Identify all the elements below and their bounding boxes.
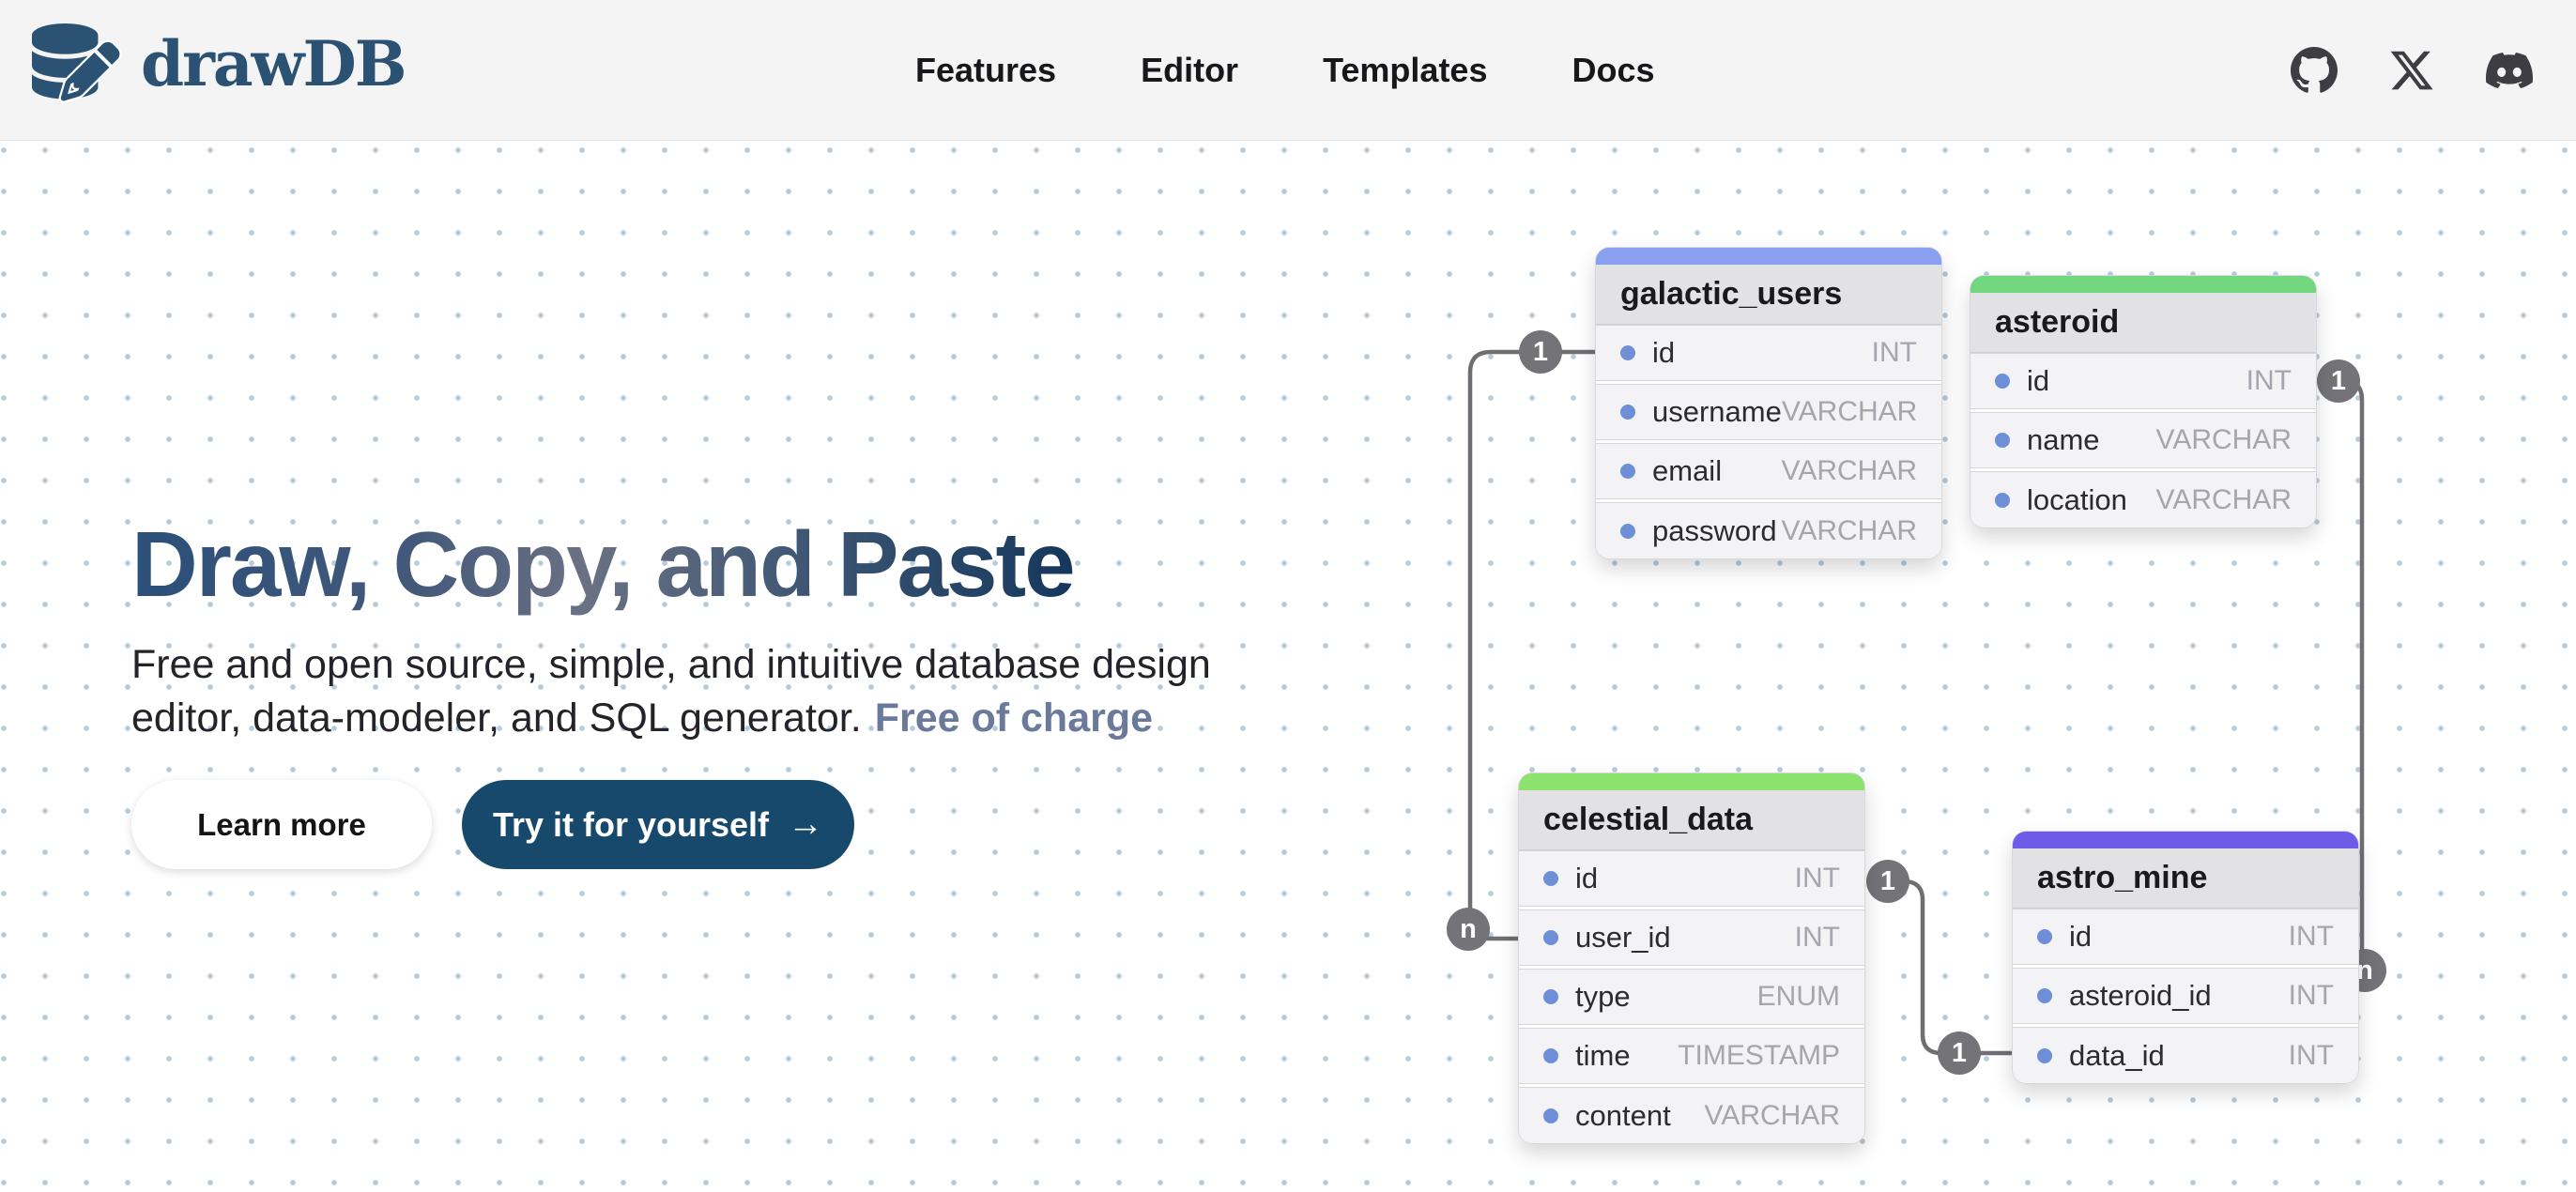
db-table-celestial-data: celestial_data idINT user_idINT typeENUM… (1518, 772, 1865, 1144)
table-name: celestial_data (1543, 802, 1753, 838)
free-of-charge-label: Free of charge (875, 695, 1153, 741)
try-it-label: Try it for yourself (493, 805, 769, 845)
table-field-row: user_idINT (1519, 909, 1864, 966)
table-accent-bar (1519, 773, 1864, 790)
field-dot-icon (1543, 989, 1558, 1004)
database-pencil-icon (32, 19, 122, 109)
learn-more-button[interactable]: Learn more (131, 780, 432, 869)
relationship-line-celestial-astro (1866, 881, 2012, 1053)
page-title: Draw, Copy, and Paste (131, 512, 1074, 618)
nav-links: Features Editor Templates Docs (915, 0, 1655, 141)
field-dot-icon (1620, 405, 1635, 420)
hero-subtitle-line1: Free and open source, simple, and intuit… (131, 642, 1211, 687)
try-it-button[interactable]: Try it for yourself → (462, 780, 854, 869)
field-dot-icon (2037, 988, 2052, 1003)
table-accent-bar (1596, 248, 1941, 265)
field-dot-icon (2037, 1048, 2052, 1063)
field-dot-icon (1543, 871, 1558, 886)
table-accent-bar (1970, 276, 2316, 293)
field-dot-icon (1543, 1048, 1558, 1063)
hero-subtitle: Free and open source, simple, and intuit… (131, 638, 1211, 745)
table-field-row: idINT (1596, 325, 1941, 381)
table-field-row: usernameVARCHAR (1596, 384, 1941, 440)
field-dot-icon (1995, 433, 2010, 448)
table-field-row: idINT (1519, 850, 1864, 907)
cardinality-badge: 1 (1866, 860, 1909, 903)
cardinality-badge: 1 (1938, 1032, 1981, 1075)
table-field-row: timeTIMESTAMP (1519, 1028, 1864, 1084)
hero-buttons: Learn more Try it for yourself → (131, 780, 854, 869)
field-dot-icon (1543, 1108, 1558, 1123)
table-field-row: emailVARCHAR (1596, 443, 1941, 499)
db-table-asteroid: asteroid idINT nameVARCHAR locationVARCH… (1970, 275, 2317, 528)
field-dot-icon (1620, 464, 1635, 479)
nav-link-docs[interactable]: Docs (1572, 51, 1654, 90)
table-field-row: passwordVARCHAR (1596, 502, 1941, 558)
discord-icon[interactable] (2486, 47, 2533, 94)
nav-link-templates[interactable]: Templates (1323, 51, 1487, 90)
table-name: galactic_users (1620, 276, 1842, 313)
nav-link-editor[interactable]: Editor (1141, 51, 1238, 90)
db-table-galactic-users: galactic_users idINT usernameVARCHAR ema… (1595, 247, 1942, 559)
x-twitter-icon[interactable] (2388, 47, 2435, 94)
table-field-row: locationVARCHAR (1970, 471, 2316, 527)
table-field-row: typeENUM (1519, 969, 1864, 1025)
field-dot-icon (1620, 524, 1635, 539)
field-dot-icon (2037, 929, 2052, 944)
table-accent-bar (2013, 832, 2358, 848)
table-field-row: idINT (1970, 353, 2316, 409)
nav-link-features[interactable]: Features (915, 51, 1056, 90)
cardinality-badge: 1 (1519, 330, 1562, 374)
table-field-row: data_idINT (2013, 1027, 2358, 1083)
table-field-row: contentVARCHAR (1519, 1087, 1864, 1143)
field-dot-icon (1995, 493, 2010, 508)
github-icon[interactable] (2291, 47, 2338, 94)
table-name: astro_mine (2037, 860, 2207, 896)
brand-name: drawDB (141, 27, 406, 100)
db-table-astro-mine: astro_mine idINT asteroid_idINT data_idI… (2012, 831, 2359, 1084)
field-dot-icon (1620, 345, 1635, 360)
brand-logo[interactable]: drawDB (32, 19, 406, 109)
table-field-row: asteroid_idINT (2013, 968, 2358, 1024)
social-icons (2291, 0, 2533, 141)
cardinality-badge: 1 (2317, 359, 2360, 403)
table-field-row: nameVARCHAR (1970, 412, 2316, 468)
field-dot-icon (1995, 374, 2010, 389)
field-dot-icon (1543, 930, 1558, 945)
hero-section: Draw, Copy, and Paste Free and open sour… (0, 141, 2576, 1192)
cardinality-badge: n (1447, 908, 1490, 951)
table-name: asteroid (1995, 304, 2119, 341)
table-field-row: idINT (2013, 909, 2358, 965)
arrow-right-icon: → (788, 804, 823, 845)
navbar: drawDB Features Editor Templates Docs (0, 0, 2576, 141)
hero-subtitle-line2: editor, data-modeler, and SQL generator. (131, 695, 862, 741)
